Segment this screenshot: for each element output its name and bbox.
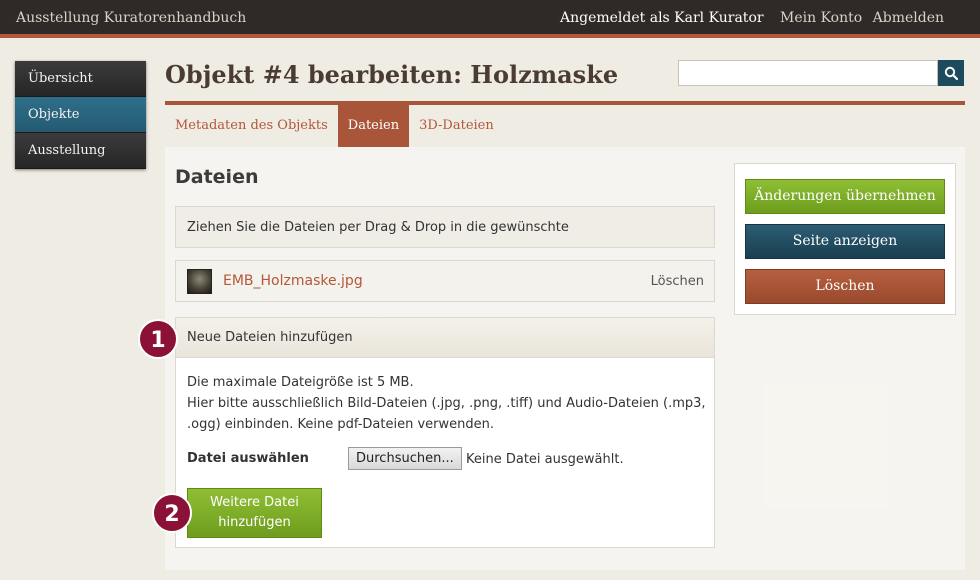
drag-drop-info: Ziehen Sie die Dateien per Drag & Drop i…	[175, 206, 715, 277]
upload-type-info: Hier bitte ausschließlich Bild-Dateien (…	[187, 396, 706, 432]
sidebar-item-exhibition[interactable]: Ausstellung	[15, 133, 146, 169]
file-delete-link[interactable]: Löschen	[651, 274, 704, 289]
step-badge-1: 1	[138, 319, 178, 359]
action-panel: Änderungen übernehmen Seite anzeigen Lös…	[734, 163, 956, 315]
user-area: Angemeldet als Karl Kurator Mein Konto A…	[560, 10, 944, 26]
page-title: Objekt #4 bearbeiten: Holzmaske	[165, 60, 619, 89]
top-bar: Ausstellung Kuratorenhandbuch Angemeldet…	[0, 0, 980, 38]
upload-panel: Neue Dateien hinzufügen Die maximale Dat…	[175, 317, 715, 548]
tab-metadata[interactable]: Metadaten des Objekts	[165, 105, 338, 147]
search-bar	[678, 60, 964, 86]
my-account-link[interactable]: Mein Konto	[780, 10, 862, 26]
upload-size-limit: Die maximale Dateigröße ist 5 MB.	[187, 375, 414, 390]
tab-3d-files[interactable]: 3D-Dateien	[409, 105, 504, 147]
file-select-label: Datei auswählen	[187, 451, 309, 466]
section-title: Dateien	[175, 166, 259, 188]
search-icon	[944, 66, 958, 80]
tab-bar: Metadaten des Objekts Dateien 3D-Dateien	[165, 105, 504, 147]
add-file-label-line1: Weitere Datei	[210, 495, 299, 510]
sidebar-item-objects[interactable]: Objekte	[15, 97, 146, 133]
search-input[interactable]	[678, 60, 938, 86]
save-changes-button[interactable]: Änderungen übernehmen	[745, 179, 945, 214]
logout-link[interactable]: Abmelden	[873, 10, 944, 26]
sidebar-item-overview[interactable]: Übersicht	[15, 61, 146, 97]
step-badge-2: 2	[152, 493, 192, 533]
browse-button[interactable]: Durchsuchen...	[348, 447, 462, 470]
upload-header: Neue Dateien hinzufügen	[176, 318, 714, 358]
tab-files[interactable]: Dateien	[337, 105, 410, 147]
file-thumbnail	[187, 269, 212, 294]
file-name-link[interactable]: EMB_Holzmaske.jpg	[223, 273, 363, 289]
add-another-file-button[interactable]: Weitere Datei hinzufügen	[187, 488, 322, 538]
file-row[interactable]: EMB_Holzmaske.jpg Löschen	[175, 260, 715, 302]
search-button[interactable]	[938, 60, 964, 86]
no-file-selected-text: Keine Datei ausgewählt.	[466, 452, 624, 467]
view-page-button[interactable]: Seite anzeigen	[745, 224, 945, 259]
logged-in-user: Angemeldet als Karl Kurator	[559, 10, 764, 26]
upload-info: Die maximale Dateigröße ist 5 MB. Hier b…	[187, 372, 707, 435]
sidebar-nav: Übersicht Objekte Ausstellung	[15, 61, 146, 169]
add-file-label-line2: hinzufügen	[218, 515, 291, 530]
delete-button[interactable]: Löschen	[745, 269, 945, 304]
site-title[interactable]: Ausstellung Kuratorenhandbuch	[16, 10, 246, 26]
